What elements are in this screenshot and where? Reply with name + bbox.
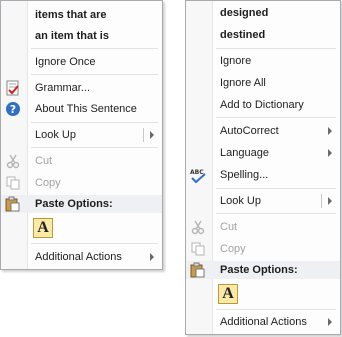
submenu-arrow-icon [150, 253, 154, 261]
paste-options-label: Paste Options: [220, 264, 298, 276]
ignore-item[interactable]: Ignore [186, 51, 340, 71]
context-menu-spelling: designed destined Ignore Ignore All Add … [185, 0, 341, 335]
additional-actions-label: Additional Actions [35, 251, 122, 263]
ignore-once-label: Ignore Once [35, 56, 96, 68]
paste-icon [190, 262, 206, 281]
cut-label: Cut [35, 155, 53, 167]
abc-spelling-icon: ABC [189, 167, 207, 183]
paste-keep-text-only-button[interactable]: A [218, 284, 238, 304]
spelling-item[interactable]: ABC Spelling... [186, 165, 340, 185]
submenu-arrow-icon [328, 149, 332, 157]
menu-separator [216, 48, 336, 49]
svg-text:ABC: ABC [190, 169, 204, 176]
suggestion-item[interactable]: an item that is [1, 26, 162, 46]
suggestion-label: designed [220, 7, 269, 19]
look-up-item[interactable]: Look Up [1, 125, 162, 145]
look-up-item[interactable]: Look Up [186, 191, 340, 211]
look-up-label: Look Up [220, 195, 261, 207]
grammar-item[interactable]: Grammar... [1, 78, 162, 98]
grammar-check-icon [4, 80, 22, 96]
suggestion-label: items that are [35, 9, 107, 21]
menu-separator [31, 147, 158, 148]
paste-icon [5, 196, 21, 215]
about-sentence-label: About This Sentence [35, 103, 137, 115]
suggestion-label: destined [220, 29, 266, 41]
ignore-all-item[interactable]: Ignore All [186, 73, 340, 93]
additional-actions-item[interactable]: Additional Actions [186, 312, 340, 332]
autocorrect-label: AutoCorrect [220, 125, 279, 137]
submenu-arrow-icon[interactable] [150, 131, 154, 139]
suggestion-item[interactable]: items that are [1, 5, 162, 25]
suggestion-item[interactable]: designed [186, 3, 340, 23]
spelling-label: Spelling... [220, 169, 269, 181]
additional-actions-item[interactable]: Additional Actions [1, 247, 162, 267]
paste-options-label: Paste Options: [35, 198, 113, 210]
grammar-label: Grammar... [35, 82, 91, 94]
submenu-arrow-icon[interactable] [328, 197, 332, 205]
additional-actions-label: Additional Actions [220, 316, 307, 328]
copy-icon [4, 175, 22, 191]
add-to-dictionary-item[interactable]: Add to Dictionary [186, 95, 340, 115]
submenu-arrow-icon [328, 127, 332, 135]
paste-options-header: Paste Options: [186, 261, 340, 279]
scissors-icon [189, 219, 207, 235]
context-menu-grammar: items that are an item that is Ignore On… [0, 0, 163, 270]
cut-item[interactable]: Cut [1, 151, 162, 171]
language-label: Language [220, 147, 269, 159]
menu-separator [216, 309, 336, 310]
add-to-dictionary-label: Add to Dictionary [220, 99, 304, 111]
ignore-all-label: Ignore All [220, 77, 266, 89]
copy-label: Copy [220, 243, 246, 255]
menu-separator [216, 117, 336, 118]
menu-separator [31, 74, 158, 75]
suggestion-item[interactable]: destined [186, 25, 340, 45]
copy-icon [189, 241, 207, 257]
paste-keep-text-only-button[interactable]: A [33, 218, 53, 238]
menu-separator [31, 122, 158, 123]
copy-label: Copy [35, 177, 61, 189]
menu-separator [31, 48, 158, 49]
copy-item[interactable]: Copy [1, 173, 162, 193]
split-divider [143, 128, 144, 142]
split-divider [321, 194, 322, 208]
help-icon: ? [4, 101, 22, 117]
copy-item[interactable]: Copy [186, 239, 340, 259]
svg-text:?: ? [10, 103, 16, 116]
menu-separator [31, 243, 158, 244]
menu-separator [216, 213, 336, 214]
submenu-arrow-icon [328, 318, 332, 326]
scissors-icon [4, 153, 22, 169]
autocorrect-item[interactable]: AutoCorrect [186, 121, 340, 141]
cut-label: Cut [220, 221, 238, 233]
ignore-once-item[interactable]: Ignore Once [1, 52, 162, 72]
about-sentence-item[interactable]: ? About This Sentence [1, 99, 162, 119]
ignore-label: Ignore [220, 55, 252, 67]
look-up-label: Look Up [35, 129, 76, 141]
paste-options-header: Paste Options: [1, 195, 162, 213]
menu-separator [216, 188, 336, 189]
cut-item[interactable]: Cut [186, 217, 340, 237]
language-item[interactable]: Language [186, 143, 340, 163]
suggestion-label: an item that is [35, 30, 109, 42]
